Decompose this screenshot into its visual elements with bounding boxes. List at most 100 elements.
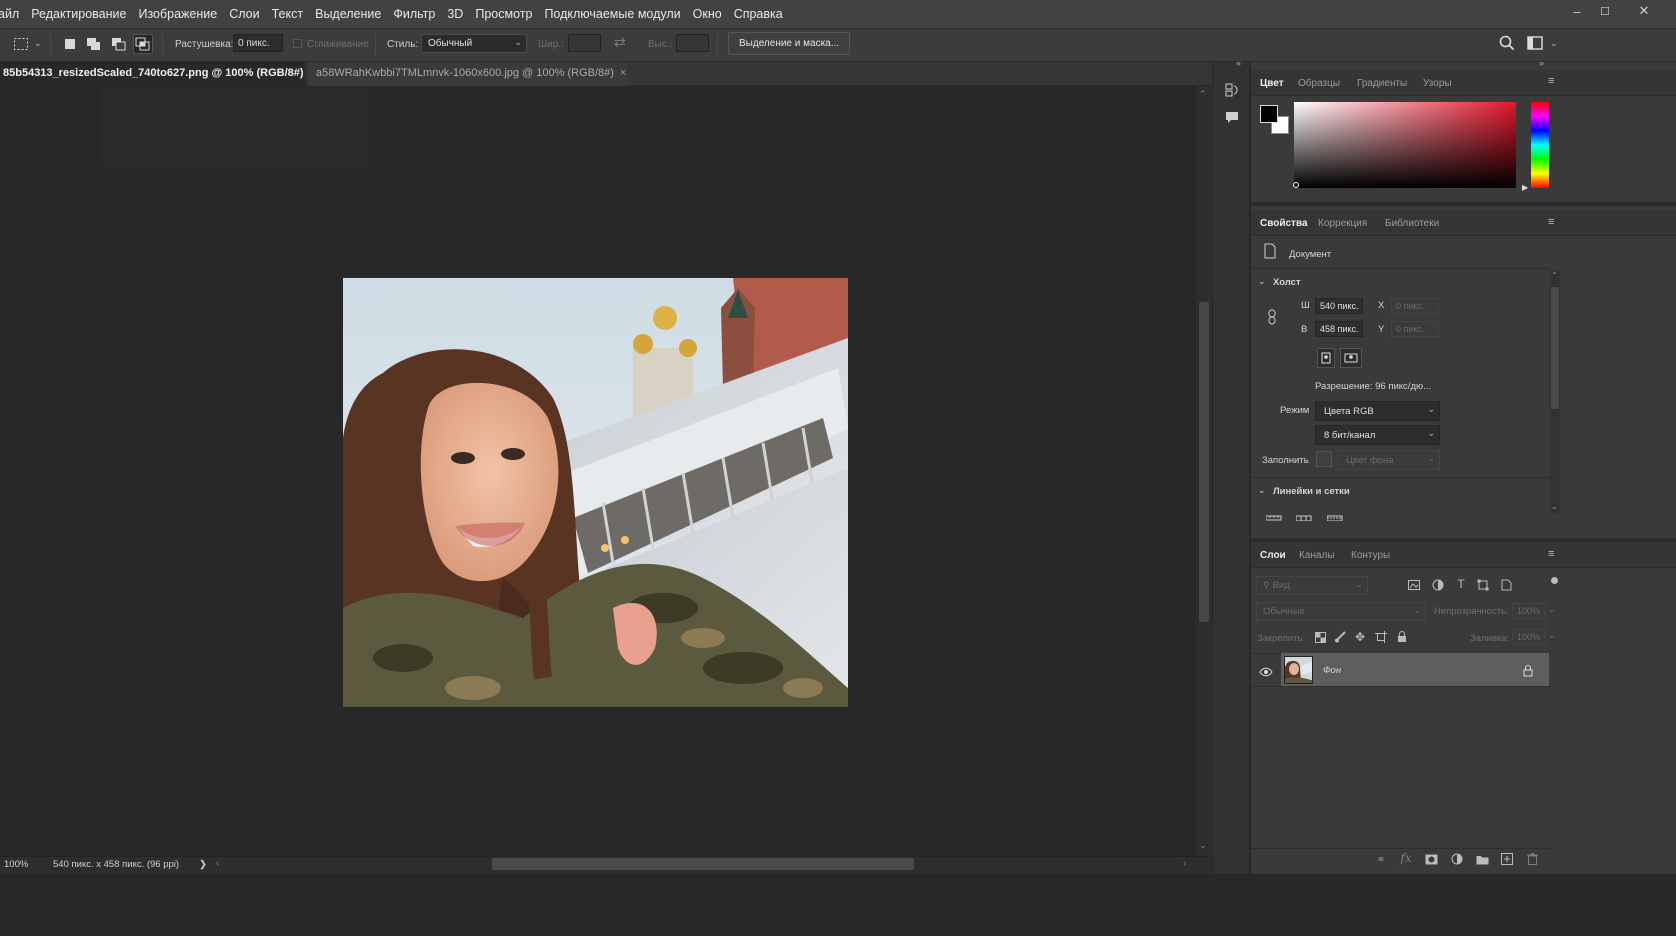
scroll-up-icon[interactable]: ⌃ <box>1199 89 1207 100</box>
menu-filter[interactable]: Фильтр <box>387 0 441 28</box>
foreground-color-swatch[interactable] <box>1260 105 1278 123</box>
select-and-mask-button[interactable]: Выделение и маска... <box>728 32 851 55</box>
menu-select[interactable]: Выделение <box>309 0 387 28</box>
antialias-checkbox[interactable] <box>293 39 302 48</box>
properties-scroll-thumb[interactable] <box>1551 287 1559 409</box>
menu-text[interactable]: Текст <box>266 0 309 28</box>
y-input[interactable]: 0 пикс. <box>1391 321 1439 337</box>
close-window-button[interactable]: ✕ <box>1630 0 1658 22</box>
adjustment-layer-icon[interactable] <box>1449 852 1465 866</box>
link-layers-icon[interactable]: ⚭ <box>1373 852 1389 866</box>
workspace-chevron-icon[interactable]: ⌄ <box>1550 38 1558 49</box>
tab-document-2[interactable]: a58WRahKwbbi7TMLmnvk-1060x600.jpg @ 100%… <box>306 62 628 86</box>
filter-smart-object-icon[interactable] <box>1498 578 1514 592</box>
hue-slider-handle-icon[interactable]: ▶ <box>1522 183 1528 192</box>
mode-select[interactable]: Цвета RGB ⌄ <box>1315 401 1440 421</box>
close-tab-icon[interactable]: × <box>620 67 626 79</box>
filter-pixel-icon[interactable] <box>1406 578 1422 592</box>
new-layer-icon[interactable] <box>1499 852 1515 866</box>
menu-edit[interactable]: Редактирование <box>25 0 132 28</box>
collapse-dock-icon[interactable]: « <box>1236 58 1241 68</box>
lock-pixels-brush-icon[interactable] <box>1333 630 1347 644</box>
tab-properties[interactable]: Свойства <box>1260 210 1308 236</box>
layers-panel-menu-icon[interactable]: ≡ <box>1548 548 1554 560</box>
fill-input[interactable]: 100% <box>1512 629 1546 645</box>
scroll-down-icon[interactable]: ⌄ <box>1551 502 1558 511</box>
properties-panel-menu-icon[interactable]: ≡ <box>1548 216 1554 228</box>
fill-color-swatch[interactable] <box>1316 451 1332 467</box>
marquee-tool-icon[interactable] <box>12 35 30 53</box>
bit-depth-select[interactable]: 8 бит/канал ⌄ <box>1315 425 1440 445</box>
tab-document-1[interactable]: 85b54313_resizedScaled_740to627.png @ 10… <box>0 62 316 86</box>
link-icon[interactable] <box>1266 309 1280 325</box>
tab-layers[interactable]: Слои <box>1260 542 1286 568</box>
workspace-icon[interactable] <box>1527 36 1545 52</box>
subtract-selection-icon[interactable] <box>110 35 128 53</box>
width-input[interactable] <box>568 34 601 52</box>
delete-layer-icon[interactable] <box>1524 852 1540 866</box>
filter-adjustment-icon[interactable] <box>1430 578 1446 592</box>
eye-icon[interactable] <box>1259 664 1273 677</box>
zoom-level[interactable]: 100% <box>4 859 28 870</box>
tool-preset-chevron-icon[interactable]: ⌄ <box>34 38 42 49</box>
scroll-up-icon[interactable]: ⌃ <box>1551 271 1558 280</box>
tab-gradients[interactable]: Градиенты <box>1357 70 1407 96</box>
minimize-button[interactable]: – <box>1563 0 1591 22</box>
hue-slider[interactable] <box>1531 102 1549 188</box>
opacity-chevron-icon[interactable]: ⌄ <box>1548 604 1556 615</box>
style-select[interactable]: Обычный ⌄ <box>421 34 527 53</box>
guides-icon[interactable] <box>1326 508 1343 522</box>
menu-view[interactable]: Просмотр <box>469 0 538 28</box>
color-field[interactable] <box>1294 102 1516 188</box>
tab-swatches[interactable]: Образцы <box>1298 70 1340 96</box>
height-input[interactable] <box>676 34 709 52</box>
portrait-orientation-icon[interactable] <box>1317 348 1335 368</box>
scroll-down-icon[interactable]: ⌄ <box>1199 840 1207 851</box>
search-icon[interactable] <box>1499 35 1517 53</box>
color-panel-menu-icon[interactable]: ≡ <box>1548 75 1554 87</box>
add-mask-icon[interactable] <box>1423 852 1439 866</box>
rulers-section-title[interactable]: Линейки и сетки <box>1273 486 1350 497</box>
feather-input[interactable]: 0 пикс. <box>233 34 283 52</box>
tab-color[interactable]: Цвет <box>1260 70 1284 96</box>
layer-row[interactable] <box>1281 653 1549 686</box>
swap-dimensions-icon[interactable]: ⇄ <box>614 34 626 51</box>
comment-icon[interactable] <box>1222 108 1242 128</box>
canvas-height-input[interactable]: 458 пикс. <box>1315 321 1363 337</box>
document-image[interactable] <box>343 278 848 707</box>
tab-libraries[interactable]: Библиотеки <box>1385 210 1439 236</box>
horizontal-scroll-thumb[interactable] <box>492 858 914 870</box>
lock-all-icon[interactable] <box>1395 630 1409 644</box>
chevron-down-icon[interactable]: ⌄ <box>1258 485 1266 496</box>
collapse-panels-icon[interactable]: » <box>1539 58 1544 68</box>
grid-icon[interactable] <box>1295 508 1312 522</box>
lock-artboard-icon[interactable] <box>1374 630 1388 644</box>
menu-file[interactable]: айл <box>0 0 25 28</box>
fx-icon[interactable]: fx <box>1398 851 1414 865</box>
lock-transparency-icon[interactable] <box>1313 630 1327 644</box>
menu-plugins[interactable]: Подключаемые модули <box>538 0 686 28</box>
add-selection-icon[interactable] <box>85 35 103 53</box>
menu-image[interactable]: Изображение <box>132 0 223 28</box>
scroll-right-icon[interactable]: › <box>1183 858 1186 869</box>
tab-adjustments[interactable]: Коррекция <box>1318 210 1367 236</box>
maximize-button[interactable]: ☐ <box>1591 0 1619 22</box>
vertical-scroll-thumb[interactable] <box>1199 302 1209 622</box>
history-icon[interactable] <box>1222 80 1242 100</box>
blend-mode-select[interactable]: Обычные ⌄ <box>1256 602 1426 621</box>
opacity-input[interactable]: 100% <box>1512 603 1546 619</box>
menu-3d[interactable]: 3D <box>441 0 469 28</box>
filter-shape-icon[interactable] <box>1475 578 1491 592</box>
x-input[interactable]: 0 пикс. <box>1391 298 1439 314</box>
color-picker-handle[interactable] <box>1293 182 1299 188</box>
filter-toggle[interactable] <box>1551 577 1558 584</box>
canvas-width-input[interactable]: 540 пикс. <box>1315 298 1363 314</box>
menu-layers[interactable]: Слои <box>223 0 265 28</box>
fill-chevron-icon[interactable]: ⌄ <box>1548 630 1556 641</box>
landscape-orientation-icon[interactable] <box>1340 348 1362 368</box>
fill-select[interactable]: Цвет фона ⌄ <box>1337 450 1440 470</box>
chevron-down-icon[interactable]: ⌄ <box>1258 276 1266 287</box>
layer-lock-icon[interactable] <box>1523 664 1535 677</box>
tab-channels[interactable]: Каналы <box>1299 542 1335 568</box>
lock-position-icon[interactable]: ✥ <box>1353 630 1367 644</box>
